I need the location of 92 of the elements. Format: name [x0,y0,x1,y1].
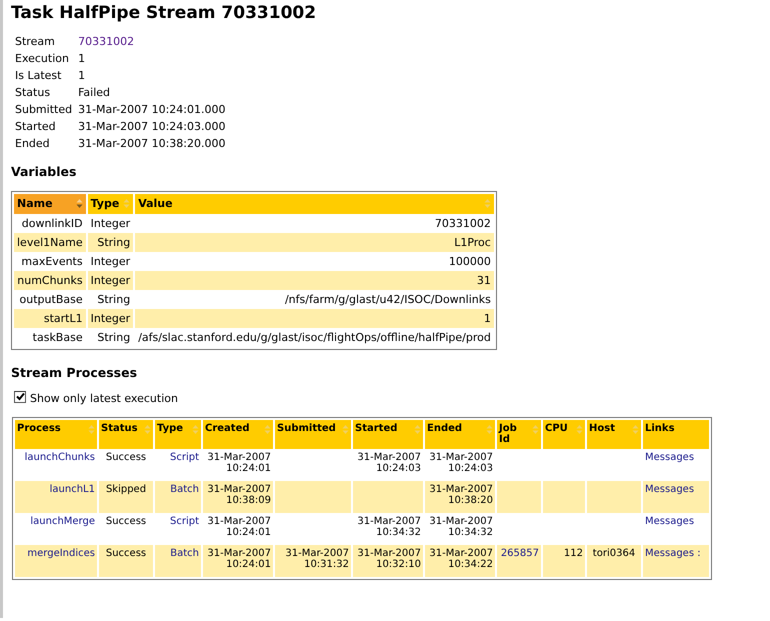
table-cell: 31-Mar-2007 10:34:22 [429,548,493,570]
field-label: Is Latest [14,68,62,84]
field-label: Submitted [14,102,74,118]
column-header[interactable]: Name [14,194,86,214]
sort-icon [486,424,493,435]
field-label: Stream [14,34,56,50]
table-link[interactable]: Messages [645,516,694,527]
column-header[interactable]: Process [15,420,97,449]
section-heading: Stream Processes [11,365,138,380]
table-cell: 31-Mar-2007 10:38:09 [207,484,271,506]
field-value: 31-Mar-2007 10:38:20.000 [78,137,226,150]
sort-icon [192,424,199,435]
table-link[interactable]: launchMerge [30,516,95,527]
table-cell: Integer [88,271,134,290]
table-cell: 31-Mar-2007 10:24:03 [429,452,493,474]
table-cell-text: String [96,330,132,346]
table-cell: startL1 [14,309,86,328]
field-value: 31-Mar-2007 10:24:03.000 [78,120,226,133]
table-cell: Skipped [106,484,146,495]
sort-icon [632,424,639,435]
table-link[interactable]: launchChunks [24,452,95,463]
table-cell: 31-Mar-2007 10:32:10 [357,548,421,570]
table-cell-text: String [96,292,132,308]
page-title: Task HalfPipe Stream 70331002 [11,3,318,23]
table-cell: L1Proc [135,233,494,252]
column-header[interactable]: Submitted [275,420,351,449]
sort-icon [264,424,271,435]
table-cell-text: taskBase [32,330,84,346]
table-cell: 31-Mar-2007 10:24:01 [207,452,271,474]
sort-icon [76,198,83,209]
table-link[interactable]: Script [170,516,199,527]
table-cell: 31-Mar-2007 10:38:20 [429,484,493,506]
table-cell: Success [106,548,146,559]
table-cell-text: maxEvents [20,254,84,270]
sort-icon [576,424,583,435]
table-cell: 112 [564,548,583,559]
table-cell-text: downlinkID [20,216,84,232]
column-header[interactable]: Started [353,420,423,449]
column-header[interactable]: Type [88,194,134,214]
checkbox[interactable] [14,390,26,402]
table-cell: Integer [88,309,134,328]
field-value: 1 [78,69,86,82]
table-cell-text: Integer [90,216,132,232]
column-header[interactable]: Value [135,194,494,214]
column-header[interactable]: Created [203,420,273,449]
stream-link[interactable]: 70331002 [78,35,134,48]
table-link[interactable]: Messages [645,452,694,463]
table-cell: 31-Mar-2007 10:34:32 [357,516,421,538]
table-cell-text: 70331002 [434,216,492,232]
table-cell: String [88,233,134,252]
sort-icon [342,424,349,435]
column-header[interactable]: CPU [543,420,585,449]
section-heading: Variables [11,164,78,179]
column-header[interactable]: Job Id [497,420,541,449]
table-cell: 31-Mar-2007 10:24:03 [357,452,421,474]
column-header[interactable]: Status [99,420,153,449]
sort-icon [144,424,151,435]
sort-icon [88,424,95,435]
table-cell: 31-Mar-2007 10:24:01 [207,516,271,538]
checkbox-label: Show only latest execution [30,392,178,405]
table-cell: numChunks [14,271,86,290]
table-cell: Success [106,452,146,463]
column-header[interactable]: Ended [425,420,495,449]
table-cell-text: 100000 [448,254,492,270]
field-value: 31-Mar-2007 10:24:01.000 [78,103,226,116]
field-value: 1 [78,52,86,65]
table-cell-text: Integer [90,254,132,270]
column-header[interactable]: Type [155,420,201,449]
table-cell: level1Name [14,233,86,252]
table-cell: Success [106,516,146,527]
table-cell: 31 [135,271,494,290]
sort-icon [414,424,421,435]
table-cell: 1 [135,309,494,328]
table-cell: tori0364 [592,548,636,559]
table-cell: 31-Mar-2007 10:24:01 [207,548,271,570]
sort-icon [532,424,539,435]
field-label: Started [14,119,57,135]
table-cell-text: outputBase [18,292,84,308]
field-label: Ended [14,136,51,152]
table-cell: 31-Mar-2007 10:34:32 [429,516,493,538]
column-header[interactable]: Host [587,420,641,449]
table-link[interactable]: launchL1 [50,484,95,495]
field-value: Failed [78,86,110,99]
field-label: Execution [14,51,70,67]
table-cell-text: /nfs/farm/g/glast/u42/ISOC/Downlinks [284,292,492,308]
table-cell: 31-Mar-2007 10:31:32 [285,548,349,570]
field-label: Status [14,85,52,101]
sort-icon [123,198,130,209]
table-link[interactable]: Script [170,452,199,463]
sort-icon [484,198,491,209]
table-cell-text: /afs/slac.stanford.edu/g/glast/isoc/flightOps/offline/halfPipe/prod [137,330,492,346]
column-header[interactable]: Links [643,420,709,449]
